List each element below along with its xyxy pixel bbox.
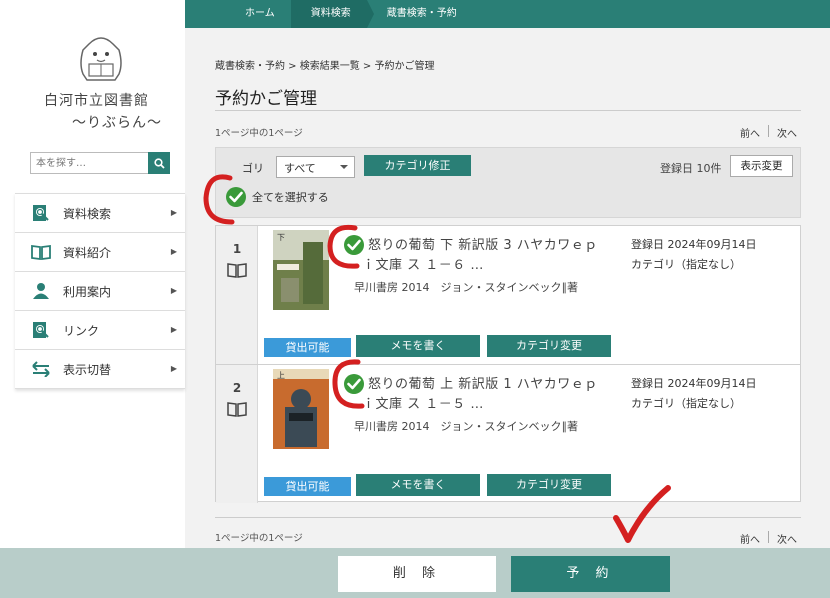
write-memo-button[interactable]: メモを書く [356,335,480,357]
category-select[interactable]: すべて [276,156,355,178]
breadcrumb[interactable]: 蔵書検索・予約 > 検索結果一覧 > 予約かご管理 [215,57,434,72]
next-page-link[interactable]: 次へ [777,125,797,140]
item-registered-date: 登録日 2024年09月14日 [631,377,757,390]
sidebar-item-label: 利用案内 [63,284,112,299]
category-change-button[interactable]: カテゴリ変更 [487,335,611,357]
sidebar-item-links[interactable]: リンク ▶ [15,311,185,350]
item-check-icon[interactable] [343,234,365,256]
nav-material-search[interactable]: 資料検索 [290,0,374,28]
page-count-top: 1ページ中の1ページ [215,128,303,139]
select-all-check-icon[interactable] [225,186,247,208]
item-check-icon[interactable] [343,373,365,395]
book-cover-image[interactable]: 下 [273,230,329,310]
sidebar-item-label: 資料検索 [63,206,112,221]
sidebar-item-label: 資料紹介 [63,245,112,260]
prev-page-link[interactable]: 前へ [740,125,760,140]
search-book-icon [31,204,51,222]
availability-badge: 貸出可能 [264,338,351,357]
category-fix-button[interactable]: カテゴリ修正 [364,155,471,176]
availability-badge: 貸出可能 [264,477,351,496]
category-select-value: すべて [284,162,316,175]
chevron-right-icon: ▶ [170,247,177,256]
pager-divider [768,125,769,137]
list-item: 2 上 怒りの葡萄 上 新訳版 1 ハヤカワｅｐ ｉ文庫 ス １－５ … 早川書… [216,364,800,503]
item-title[interactable]: 怒りの葡萄 下 新訳版 3 ハヤカワｅｐ ｉ文庫 ス １－６ … [362,236,633,276]
next-page-link[interactable]: 次へ [777,531,797,546]
bottom-divider [215,517,801,518]
pager-bottom: 前へ 次へ [740,531,797,546]
item-number-column: 1 [216,226,258,364]
top-nav-bar: ホーム 資料検索 蔵書検索・予約 [185,0,830,28]
sidebar-item-label: リンク [63,323,100,338]
item-category: カテゴリ（指定なし） [631,397,741,410]
item-title-line2[interactable]: ｉ文庫 ス １－６ … [362,256,633,276]
title-divider [215,110,801,111]
prev-page-link[interactable]: 前へ [740,531,760,546]
select-all-label[interactable]: 全てを選択する [252,189,329,205]
swap-arrows-icon [31,360,51,378]
sidebar-item-label: 表示切替 [63,362,112,377]
nav-catalog-reserve[interactable]: 蔵書検索・予約 [367,0,473,28]
library-nickname: 〜りぶらん〜 [72,115,162,131]
chevron-right-icon: ▶ [170,286,177,295]
link-search-icon [31,321,51,339]
book-cover-image[interactable]: 上 [273,369,329,449]
sidebar-item-material-search[interactable]: 資料検索 ▶ [15,194,185,233]
search-input[interactable] [30,152,148,174]
page-count-bottom: 1ページ中の1ページ [215,533,303,544]
open-book-icon [227,263,247,278]
item-category: カテゴリ（指定なし） [631,258,741,271]
item-number: 1 [232,242,242,256]
pager-divider [768,531,769,543]
chevron-right-icon: ▶ [170,364,177,373]
svg-text:上: 上 [277,371,285,380]
sidebar-item-material-intro[interactable]: 資料紹介 ▶ [15,233,185,272]
item-title-line2[interactable]: ｉ文庫 ス １－５ … [362,395,633,415]
registered-count: 登録日 10件 [660,162,722,175]
category-label: ゴリ [242,162,264,175]
reservation-list: 1 下 怒りの葡萄 下 新訳版 3 ハヤカワｅｐ ｉ文庫 ス １－６ … 早川書… [215,225,801,503]
item-title[interactable]: 怒りの葡萄 上 新訳版 1 ハヤカワｅｐ ｉ文庫 ス １－５ … [362,375,633,415]
person-icon [31,282,51,300]
sidebar-item-usage-guide[interactable]: 利用案内 ▶ [15,272,185,311]
sidebar: 白河市立図書館 〜りぶらん〜 資料検索 ▶ 資料紹介 ▶ [0,0,185,548]
chevron-right-icon: ▶ [170,208,177,217]
page-title: 予約かご管理 [215,89,317,109]
item-title-line1[interactable]: 怒りの葡萄 下 新訳版 3 ハヤカワｅｐ [368,238,598,253]
item-number: 2 [232,381,242,395]
item-publisher: 早川書房 2014 ジョン・スタインベック∥著 [354,281,578,294]
item-registered-date: 登録日 2024年09月14日 [631,238,757,251]
chevron-down-icon [340,165,348,169]
open-book-icon [227,402,247,417]
item-title-line1[interactable]: 怒りの葡萄 上 新訳版 1 ハヤカワｅｐ [368,377,598,392]
pager-top: 前へ 次へ [740,125,797,140]
list-item: 1 下 怒りの葡萄 下 新訳版 3 ハヤカワｅｐ ｉ文庫 ス １－６ … 早川書… [216,226,800,364]
library-name: 白河市立図書館 [44,93,149,109]
chevron-right-icon: ▶ [170,325,177,334]
delete-button[interactable]: 削 除 [338,556,496,592]
item-publisher: 早川書房 2014 ジョン・スタインベック∥著 [354,420,578,433]
item-number-column: 2 [216,365,258,503]
sidebar-search [30,152,170,174]
search-button[interactable] [148,152,170,174]
nav-home[interactable]: ホーム [185,0,298,28]
svg-text:下: 下 [277,233,285,242]
library-mascot-logo[interactable] [75,34,127,84]
display-change-button[interactable]: 表示変更 [730,155,793,177]
search-icon [153,157,165,169]
sidebar-menu: 資料検索 ▶ 資料紹介 ▶ 利用案内 ▶ リンク ▶ 表示切替 ▶ [15,193,185,389]
reservation-toolbar: ゴリ すべて カテゴリ修正 登録日 10件 表示変更 全てを選択する [215,147,801,218]
write-memo-button[interactable]: メモを書く [356,474,480,496]
open-book-icon [31,243,51,261]
sidebar-item-display-toggle[interactable]: 表示切替 ▶ [15,350,185,389]
reserve-button[interactable]: 予 約 [511,556,670,592]
category-change-button[interactable]: カテゴリ変更 [487,474,611,496]
